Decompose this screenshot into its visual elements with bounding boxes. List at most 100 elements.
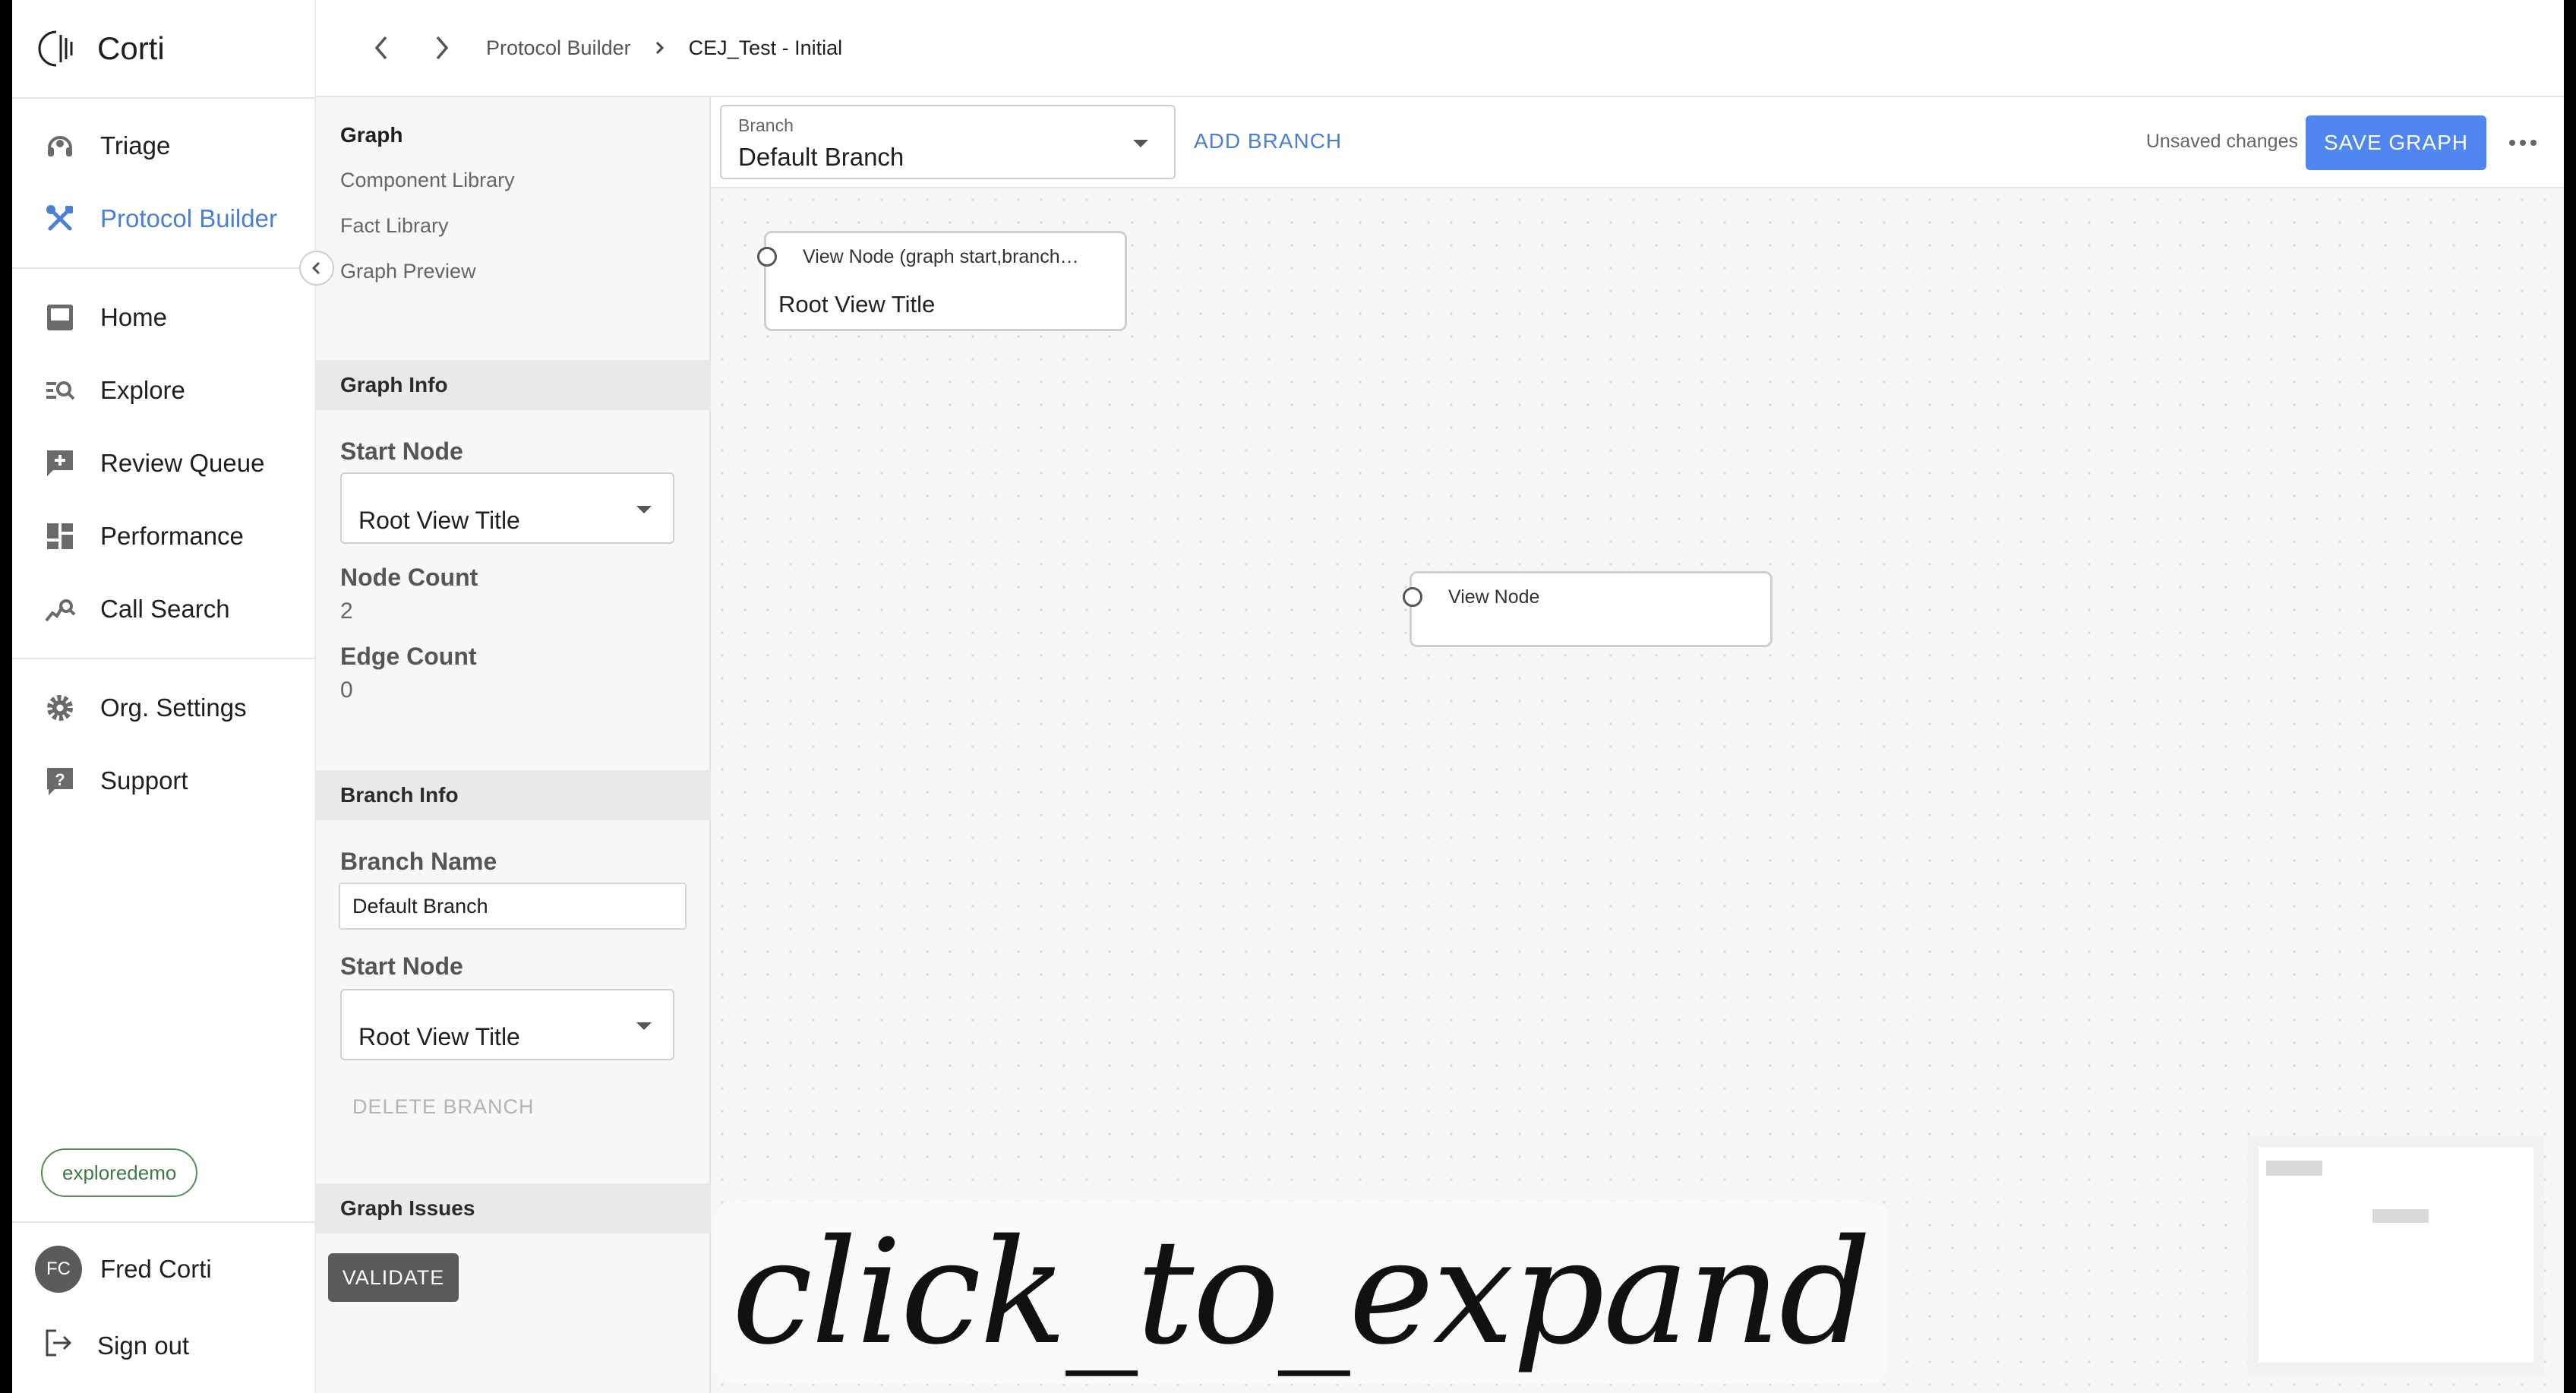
chevron-left-icon <box>374 36 387 60</box>
dashboard-icon <box>43 519 77 554</box>
branch-start-node-select[interactable]: Root View Title <box>340 989 674 1060</box>
minimap-node <box>2372 1209 2429 1223</box>
sidebar-item-triage[interactable]: Triage <box>43 123 170 169</box>
select-value: Root View Title <box>358 1023 520 1050</box>
panel-tab-component-library[interactable]: Component Library <box>340 169 515 192</box>
branch-start-node-label: Start Node <box>340 952 463 980</box>
validate-button[interactable]: VALIDATE <box>328 1253 459 1302</box>
graph-info-header: Graph Info <box>316 360 711 410</box>
collapse-panel-button[interactable] <box>299 251 334 286</box>
tenant-badge[interactable]: exploredemo <box>41 1148 198 1197</box>
graph-node-view[interactable]: View Node <box>1403 571 1773 647</box>
review-queue-icon <box>43 446 77 481</box>
caret-down-icon <box>1133 140 1148 147</box>
node-count-value: 2 <box>340 599 353 624</box>
sidebar-item-review-queue[interactable]: Review Queue <box>43 441 264 486</box>
select-value: Root View Title <box>358 507 520 534</box>
node-header: View Node (graph start,branch… <box>803 245 1079 267</box>
node-title: Root View Title <box>778 291 936 317</box>
sign-out-icon <box>43 1327 74 1365</box>
brand-name: Corti <box>97 30 165 66</box>
back-button[interactable] <box>363 29 401 67</box>
panel-tab-graph-preview[interactable]: Graph Preview <box>340 260 476 283</box>
sidebar-item-performance[interactable]: Performance <box>43 513 244 559</box>
sidebar-item-label: Explore <box>100 376 185 404</box>
call-search-icon <box>43 592 77 627</box>
graph-start-node-select[interactable]: Root View Title <box>340 472 674 544</box>
headset-icon <box>43 128 77 163</box>
sidebar-item-home[interactable]: Home <box>43 295 167 340</box>
overlay-text: click_to_expand <box>731 1208 1872 1376</box>
corti-logo-icon <box>38 30 73 67</box>
sidebar-item-protocol-builder[interactable]: Protocol Builder <box>43 196 277 242</box>
sidebar-item-call-search[interactable]: Call Search <box>43 586 230 632</box>
sidebar-divider <box>12 97 316 99</box>
graph-issues-header: Graph Issues <box>316 1183 711 1233</box>
graph-minimap[interactable] <box>2248 1136 2544 1376</box>
forward-button[interactable] <box>422 29 460 67</box>
branch-select-value: Default Branch <box>738 143 904 171</box>
add-branch-button[interactable]: ADD BRANCH <box>1194 129 1342 153</box>
svg-text:?: ? <box>55 770 65 789</box>
top-bar: Protocol Builder CEJ_Test - Initial <box>316 0 2564 97</box>
sidebar: Corti Triage Protocol Builder Home Explo… <box>12 0 316 1393</box>
tools-icon <box>43 201 77 236</box>
sidebar-item-label: Performance <box>100 522 244 550</box>
sidebar-divider <box>12 658 316 659</box>
edge-count-label: Edge Count <box>340 643 477 670</box>
panel-tab-graph[interactable]: Graph <box>340 123 402 147</box>
panel-tab-fact-library[interactable]: Fact Library <box>340 214 449 238</box>
sidebar-item-label: Org. Settings <box>100 693 247 722</box>
avatar: FC <box>35 1246 82 1293</box>
brand[interactable]: Corti <box>38 23 165 74</box>
help-icon: ? <box>43 763 77 798</box>
edge-count-value: 0 <box>340 678 353 703</box>
node-header: View Node <box>1448 586 1540 608</box>
sidebar-item-label: Home <box>100 303 168 331</box>
start-node-label: Start Node <box>340 437 463 465</box>
inbox-icon <box>43 300 77 335</box>
click-to-expand-overlay[interactable]: click_to_expand <box>714 1202 1888 1384</box>
sidebar-item-org-settings[interactable]: Org. Settings <box>43 685 247 731</box>
chevron-right-icon <box>655 41 664 55</box>
sidebar-item-label: Protocol Builder <box>100 204 277 232</box>
gear-icon <box>43 690 77 725</box>
node-count-label: Node Count <box>340 564 478 591</box>
save-graph-button[interactable]: SAVE GRAPH <box>2306 115 2486 170</box>
dot-icon <box>2520 140 2526 146</box>
breadcrumb-protocol-builder[interactable]: Protocol Builder <box>486 36 631 60</box>
graph-toolbar: Branch Default Branch ADD BRANCH Unsaved… <box>711 97 2564 188</box>
dot-icon <box>2509 140 2515 146</box>
chevron-right-icon <box>436 36 449 60</box>
branch-name-label: Branch Name <box>340 848 497 875</box>
more-options-button[interactable] <box>2499 118 2547 167</box>
sidebar-item-explore[interactable]: Explore <box>43 368 185 413</box>
sidebar-item-label: Triage <box>100 131 171 160</box>
delete-branch-button[interactable]: DELETE BRANCH <box>352 1095 535 1119</box>
sidebar-item-support[interactable]: ? Support <box>43 758 188 804</box>
user-profile[interactable]: FC Fred Corti <box>35 1246 212 1293</box>
breadcrumb: Protocol Builder CEJ_Test - Initial <box>486 30 842 65</box>
dot-icon <box>2530 140 2537 146</box>
graph-side-panel: Graph Component Library Fact Library Gra… <box>316 97 711 1393</box>
explore-search-icon <box>43 373 77 408</box>
breadcrumb-current: CEJ_Test - Initial <box>688 36 843 59</box>
caret-down-icon <box>636 1022 652 1030</box>
user-name: Fred Corti <box>100 1255 212 1283</box>
branch-name-input[interactable] <box>339 883 687 930</box>
sign-out-button[interactable]: Sign out <box>43 1323 189 1369</box>
branch-select-label: Branch <box>738 115 794 135</box>
minimap-viewport <box>2259 1147 2533 1363</box>
sidebar-divider <box>12 1221 316 1223</box>
sign-out-label: Sign out <box>97 1331 190 1360</box>
app-window: Corti Triage Protocol Builder Home Explo… <box>12 0 2564 1393</box>
caret-down-icon <box>636 506 652 513</box>
graph-canvas[interactable]: Branch Default Branch ADD BRANCH Unsaved… <box>711 97 2564 1393</box>
branch-select[interactable]: Branch Default Branch <box>720 105 1176 179</box>
sidebar-item-label: Call Search <box>100 595 230 623</box>
graph-node-root[interactable]: View Node (graph start,branch… Root View… <box>757 231 1127 331</box>
sidebar-item-label: Support <box>100 766 188 794</box>
sidebar-item-label: Review Queue <box>100 449 265 477</box>
chevron-left-icon <box>311 261 320 275</box>
branch-info-header: Branch Info <box>316 770 711 820</box>
